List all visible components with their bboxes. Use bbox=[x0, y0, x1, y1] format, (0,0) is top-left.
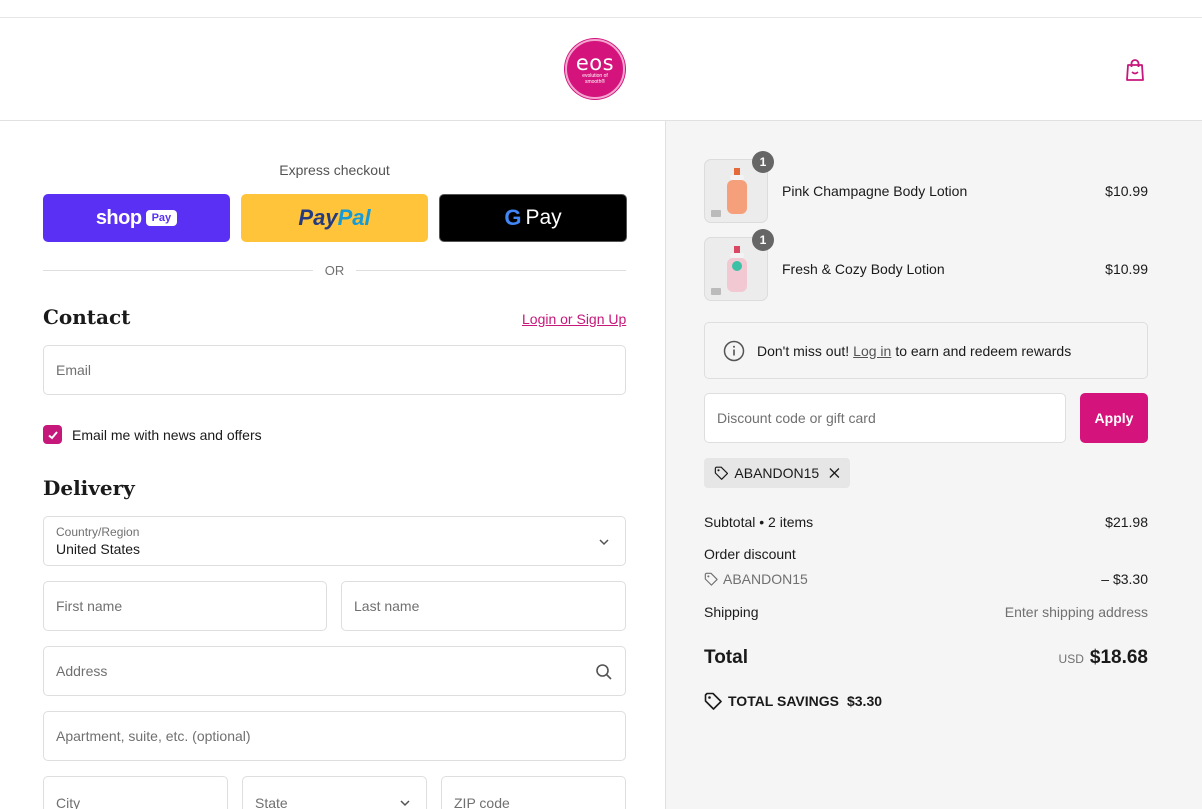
chevron-down-icon bbox=[599, 539, 609, 546]
search-icon[interactable] bbox=[595, 663, 613, 681]
country-value: United States bbox=[56, 541, 141, 557]
zip-field[interactable]: ZIP code bbox=[441, 776, 626, 809]
order-summary-panel: 1 Pink Champagne Body Lotion $10.99 1 Fr… bbox=[665, 121, 1202, 809]
discount-placeholder: Discount code or gift card bbox=[717, 410, 876, 426]
shopping-bag-icon[interactable] bbox=[1124, 58, 1146, 82]
paypal-wordmark-pay: Pay bbox=[298, 205, 338, 230]
paypal-wordmark-pal: Pal bbox=[337, 205, 371, 230]
address-field[interactable]: Address bbox=[43, 646, 626, 696]
total-value: $18.68 bbox=[1089, 647, 1148, 668]
discount-value: – $3.30 bbox=[1101, 571, 1148, 587]
remove-discount-icon[interactable] bbox=[829, 467, 840, 479]
savings-value: $3.30 bbox=[846, 693, 883, 709]
shipping-row: Shipping Enter shipping address bbox=[704, 604, 1148, 620]
order-discount-row: Order discount bbox=[704, 546, 1148, 562]
country-label: Country/Region bbox=[56, 525, 140, 539]
city-placeholder: City bbox=[56, 795, 81, 809]
discount-code-row: ABANDON15 – $3.30 bbox=[704, 571, 1148, 589]
last-name-placeholder: Last name bbox=[354, 598, 420, 614]
apartment-field[interactable]: Apartment, suite, etc. (optional) bbox=[43, 711, 626, 761]
shop-pay-button[interactable]: shop Pay bbox=[43, 194, 230, 242]
cart-item: 1 Fresh & Cozy Body Lotion $10.99 bbox=[704, 229, 1148, 301]
item-name: Fresh & Cozy Body Lotion bbox=[782, 261, 945, 277]
first-name-placeholder: First name bbox=[56, 598, 123, 614]
order-discount-label: Order discount bbox=[704, 546, 796, 562]
newsletter-label: Email me with news and offers bbox=[72, 426, 262, 443]
rewards-suffix: to earn and redeem rewards bbox=[895, 342, 1072, 359]
city-field[interactable]: City bbox=[43, 776, 228, 809]
tag-icon bbox=[704, 572, 718, 586]
email-placeholder: Email bbox=[56, 362, 92, 378]
total-row: Total USD $18.68 bbox=[704, 647, 1148, 673]
contact-title: Contact bbox=[43, 305, 131, 329]
savings-tag-icon bbox=[704, 692, 722, 710]
shipping-label: Shipping bbox=[704, 604, 759, 620]
cart-item: 1 Pink Champagne Body Lotion $10.99 bbox=[704, 151, 1148, 223]
eos-logo[interactable]: eos evolution of smooth® bbox=[565, 39, 625, 99]
rewards-prefix: Don't miss out! bbox=[757, 342, 850, 359]
state-placeholder: State bbox=[255, 795, 288, 809]
apartment-placeholder: Apartment, suite, etc. (optional) bbox=[56, 728, 251, 744]
newsletter-checkbox[interactable] bbox=[43, 425, 62, 444]
item-price: $10.99 bbox=[1105, 261, 1148, 277]
rewards-login-link[interactable]: Log in bbox=[853, 343, 891, 359]
tag-icon bbox=[714, 466, 729, 480]
item-price: $10.99 bbox=[1105, 183, 1148, 199]
shipping-value: Enter shipping address bbox=[1004, 604, 1148, 620]
total-amount: USD $18.68 bbox=[1059, 647, 1148, 669]
discount-code-text: ABANDON15 bbox=[723, 571, 808, 587]
info-icon bbox=[723, 340, 745, 361]
first-name-field[interactable]: First name bbox=[43, 581, 327, 631]
subtotal-label: Subtotal • 2 items bbox=[704, 514, 814, 530]
paypal-button[interactable]: Pay Pal bbox=[241, 194, 428, 242]
country-select[interactable]: Country/Region United States bbox=[43, 516, 626, 566]
checkmark-icon bbox=[47, 430, 58, 439]
shop-pay-wordmark: shop bbox=[95, 206, 142, 229]
logo-wordmark: eos bbox=[575, 51, 615, 75]
divider-line bbox=[356, 269, 626, 271]
total-currency: USD bbox=[1058, 652, 1084, 666]
apply-button[interactable]: Apply bbox=[1080, 393, 1148, 443]
item-name: Pink Champagne Body Lotion bbox=[782, 183, 968, 199]
top-strip bbox=[0, 0, 1202, 18]
rewards-banner: Don't miss out! Log in to earn and redee… bbox=[704, 322, 1148, 379]
shop-pay-pill: Pay bbox=[145, 210, 178, 226]
or-divider: OR bbox=[43, 262, 626, 278]
state-select[interactable]: State bbox=[242, 776, 427, 809]
google-pay-label: Pay bbox=[525, 206, 562, 229]
applied-code: ABANDON15 bbox=[734, 465, 820, 481]
address-placeholder: Address bbox=[56, 663, 108, 679]
login-signup-link[interactable]: Login or Sign Up bbox=[522, 311, 626, 327]
newsletter-row: Email me with news and offers bbox=[43, 425, 262, 444]
last-name-field[interactable]: Last name bbox=[341, 581, 626, 631]
checkout-form-panel: Express checkout shop Pay Pay Pal G Pay O… bbox=[0, 121, 665, 809]
divider-line bbox=[43, 269, 313, 271]
quantity-badge: 1 bbox=[752, 229, 774, 251]
or-text: OR bbox=[324, 262, 345, 278]
total-savings: TOTAL SAVINGS $3.30 bbox=[704, 692, 882, 710]
chevron-down-icon bbox=[400, 800, 410, 807]
email-field[interactable]: Email bbox=[43, 345, 626, 395]
express-checkout-title: Express checkout bbox=[279, 162, 390, 178]
google-g-icon: G bbox=[504, 205, 522, 230]
discount-code-label: ABANDON15 bbox=[704, 571, 808, 587]
total-label: Total bbox=[704, 647, 748, 668]
quantity-badge: 1 bbox=[752, 151, 774, 173]
google-pay-button[interactable]: G Pay bbox=[439, 194, 627, 242]
subtotal-row: Subtotal • 2 items $21.98 bbox=[704, 514, 1148, 530]
applied-discount-chip: ABANDON15 bbox=[704, 458, 850, 488]
subtotal-value: $21.98 bbox=[1105, 514, 1148, 530]
zip-placeholder: ZIP code bbox=[454, 795, 510, 809]
site-header: eos evolution of smooth® bbox=[0, 18, 1202, 121]
delivery-title: Delivery bbox=[43, 476, 135, 500]
discount-code-input[interactable]: Discount code or gift card bbox=[704, 393, 1066, 443]
savings-label: TOTAL SAVINGS bbox=[728, 693, 839, 709]
logo-tagline: evolution of smooth® bbox=[582, 73, 608, 85]
